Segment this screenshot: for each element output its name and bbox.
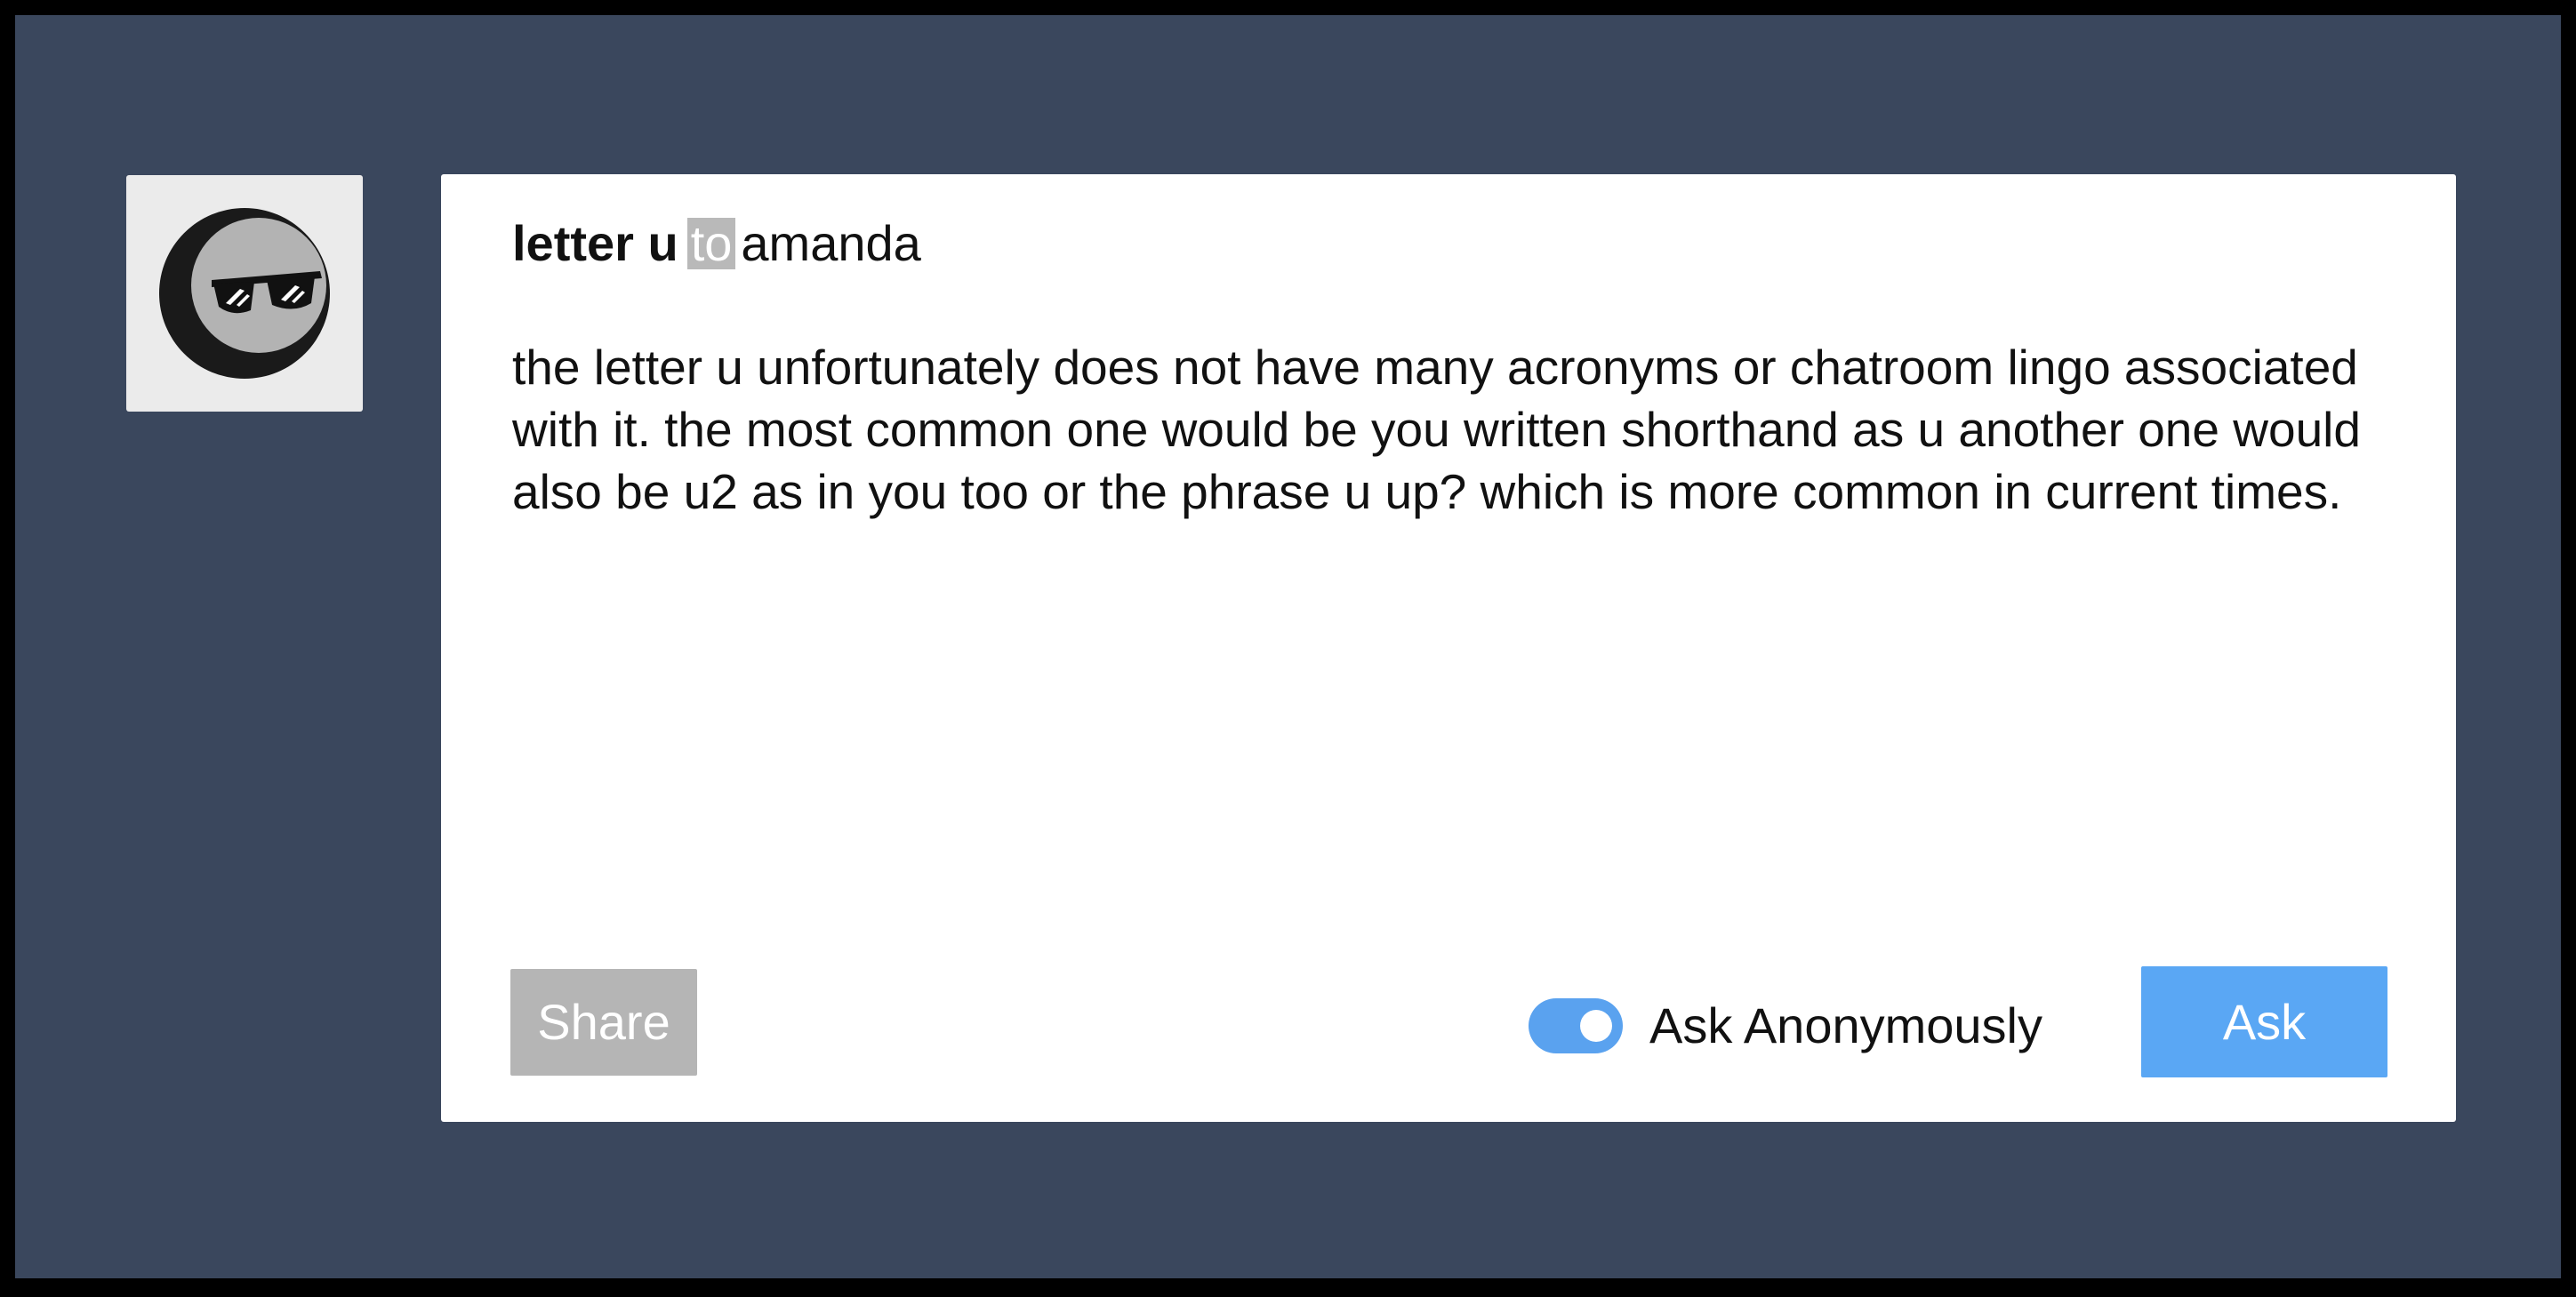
page-background: letter u to amanda the letter u unfortunat… [15, 15, 2561, 1278]
share-button[interactable]: Share [510, 969, 697, 1076]
question-card: letter u to amanda the letter u unfortunat… [441, 174, 2456, 1122]
ask-button[interactable]: Ask [2141, 966, 2387, 1077]
ask-anonymously-label[interactable]: Ask Anonymously [1649, 991, 2042, 1061]
sunglasses-moon-avatar-icon [159, 208, 330, 379]
recipient-name[interactable]: amanda [741, 215, 920, 271]
to-label: to [686, 218, 736, 269]
asker-avatar[interactable] [126, 175, 363, 412]
sender-name[interactable]: letter u [512, 215, 678, 271]
question-header: letter u to amanda [512, 212, 921, 276]
ask-anonymously-toggle[interactable] [1529, 998, 1623, 1053]
toggle-knob [1580, 1010, 1612, 1042]
question-message: the letter u unfortunately does not have… [512, 340, 2361, 519]
